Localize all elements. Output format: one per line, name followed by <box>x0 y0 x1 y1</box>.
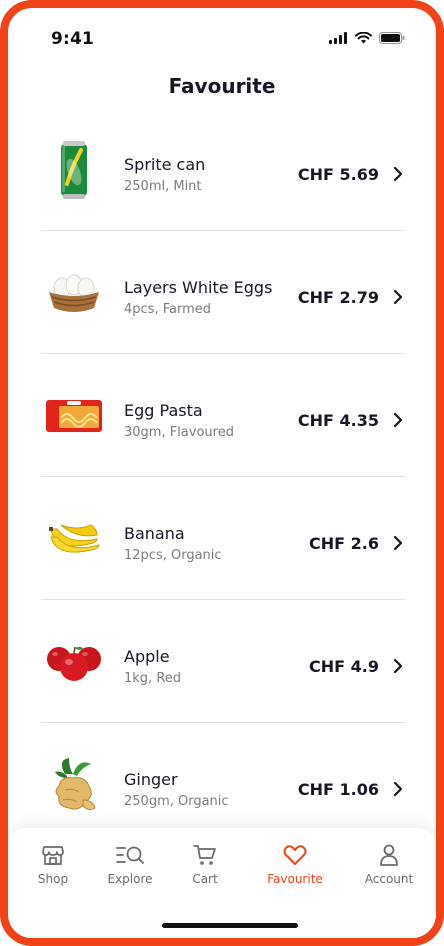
product-image <box>41 507 107 571</box>
favourite-item-egg-pasta[interactable]: Egg Pasta 30gm, Flavoured CHF 4.35 <box>41 354 405 477</box>
product-image <box>41 630 107 694</box>
favourite-item-eggs[interactable]: Layers White Eggs 4pcs, Farmed CHF 2.79 <box>41 231 405 354</box>
phone-frame: 9:41 Favourite Sprite can 250ml, Mint CH… <box>0 0 444 946</box>
product-price: CHF 5.69 <box>297 165 379 184</box>
wifi-icon <box>355 32 372 44</box>
tab-label: Account <box>364 872 414 886</box>
chevron-right-icon[interactable] <box>391 781 405 797</box>
product-description: 12pcs, Organic <box>124 548 222 563</box>
chevron-right-icon[interactable] <box>391 412 405 428</box>
product-description: 1kg, Red <box>124 671 182 686</box>
tab-cart[interactable]: Cart <box>165 842 245 886</box>
tab-label: Favourite <box>267 872 323 886</box>
product-price: CHF 2.79 <box>297 288 379 307</box>
chevron-right-icon[interactable] <box>391 166 405 182</box>
favourite-list: Sprite can 250ml, Mint CHF 5.69 Layers W… <box>41 108 405 845</box>
apple-icon <box>47 646 101 681</box>
eggs-basket-icon <box>49 274 99 312</box>
product-price: CHF 4.35 <box>297 411 379 430</box>
product-name: Apple <box>124 647 170 666</box>
favourite-item-sprite[interactable]: Sprite can 250ml, Mint CHF 5.69 <box>41 108 405 231</box>
product-image <box>41 261 107 325</box>
tab-explore[interactable]: Explore <box>90 842 170 886</box>
product-image <box>41 384 107 448</box>
product-price: CHF 4.9 <box>309 657 379 676</box>
product-price: CHF 1.06 <box>297 780 379 799</box>
product-name: Sprite can <box>124 155 206 174</box>
product-name: Ginger <box>124 770 178 789</box>
product-description: 250gm, Organic <box>124 794 229 809</box>
chevron-right-icon[interactable] <box>391 535 405 551</box>
ginger-icon <box>55 758 96 811</box>
tab-label: Cart <box>192 872 218 886</box>
status-bar: 9:41 <box>8 8 436 58</box>
favourite-item-ginger[interactable]: Ginger 250gm, Organic CHF 1.06 <box>41 723 405 845</box>
chevron-right-icon[interactable] <box>391 289 405 305</box>
product-image <box>41 138 107 202</box>
tab-label: Shop <box>37 872 69 886</box>
product-name: Banana <box>124 524 185 543</box>
chevron-right-icon[interactable] <box>391 658 405 674</box>
product-description: 4pcs, Farmed <box>124 302 211 317</box>
shop-icon <box>42 846 64 865</box>
product-description: 30gm, Flavoured <box>124 425 234 440</box>
status-icons <box>329 32 405 44</box>
explore-icon <box>116 846 144 864</box>
product-name: Layers White Eggs <box>124 278 273 297</box>
product-price: CHF 2.6 <box>309 534 379 553</box>
product-description: 250ml, Mint <box>124 179 202 194</box>
favourite-item-apple[interactable]: Apple 1kg, Red CHF 4.9 <box>41 600 405 723</box>
product-image <box>41 753 107 817</box>
cart-icon <box>193 845 216 865</box>
status-time: 9:41 <box>51 29 95 49</box>
tab-account[interactable]: Account <box>349 842 429 886</box>
heart-icon <box>283 845 307 865</box>
tab-label: Explore <box>107 872 153 886</box>
account-icon <box>380 844 398 866</box>
product-name: Egg Pasta <box>124 401 203 420</box>
page-title: Favourite <box>168 74 276 98</box>
pasta-pack-icon <box>46 400 102 432</box>
bottom-tab-bar: Shop Explore Cart Favourite Account <box>8 828 436 938</box>
favourite-item-banana[interactable]: Banana 12pcs, Organic CHF 2.6 <box>41 477 405 600</box>
signal-icon <box>329 32 347 44</box>
tab-shop[interactable]: Shop <box>13 842 93 886</box>
sprite-can-icon <box>61 141 87 199</box>
banana-icon <box>49 524 100 553</box>
battery-icon <box>379 32 405 44</box>
home-indicator[interactable] <box>162 923 298 928</box>
tab-favourite[interactable]: Favourite <box>250 842 340 886</box>
